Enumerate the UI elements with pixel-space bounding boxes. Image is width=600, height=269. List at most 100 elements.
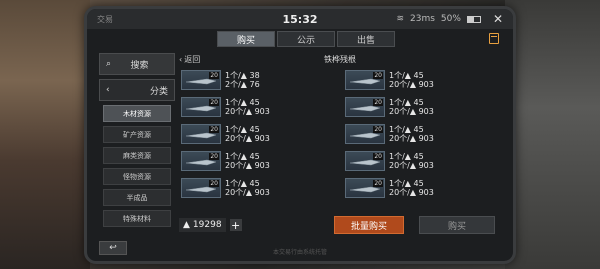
listing-card[interactable]: 20 1个/▲ 45 20个/▲ 903	[179, 176, 337, 200]
item-level: 20	[209, 126, 219, 133]
tab-buy[interactable]: 购买	[217, 31, 275, 47]
unit-price: 1个/▲ 45	[225, 125, 260, 134]
tab-announce[interactable]: 公示	[277, 31, 335, 47]
chevron-left-icon: ‹	[106, 85, 110, 95]
back-label: 返回	[184, 54, 201, 64]
item-level: 20	[373, 126, 383, 133]
unit-price: 1个/▲ 45	[389, 125, 424, 134]
bulk-price: 20个/▲ 903	[225, 188, 270, 197]
sidebar-item-semi-finished[interactable]: 半成品	[103, 189, 171, 206]
footer-note: 本交易行由系统托管	[272, 249, 328, 256]
price-info: 1个/▲ 38 2个/▲ 76	[225, 71, 260, 89]
item-level: 20	[209, 153, 219, 160]
status-right: ≋ 23ms 50% ✕	[396, 12, 503, 26]
chevron-left-icon: ‹	[179, 54, 183, 64]
listing-grid: 20 1个/▲ 38 2个/▲ 76 20 1个/▲ 45 20个/▲ 903 20 1个/▲…	[179, 68, 501, 200]
unit-price: 1个/▲ 45	[225, 98, 260, 107]
item-thumbnail: 20	[181, 178, 221, 198]
background-left	[0, 0, 90, 269]
bulk-price: 20个/▲ 903	[389, 161, 434, 170]
listing-card[interactable]: 20 1个/▲ 45 20个/▲ 903	[343, 95, 501, 119]
listing-card[interactable]: 20 1个/▲ 45 20个/▲ 903	[343, 68, 501, 92]
bulk-price: 20个/▲ 903	[389, 188, 434, 197]
sidebar-item-monster[interactable]: 怪物资源	[103, 168, 171, 185]
bulk-price: 20个/▲ 903	[389, 134, 434, 143]
calendar-icon[interactable]	[489, 33, 499, 44]
listing-card[interactable]: 20 1个/▲ 45 20个/▲ 903	[343, 122, 501, 146]
bulk-price: 20个/▲ 903	[225, 161, 270, 170]
search-label: 搜索	[130, 60, 149, 71]
bulk-price: 20个/▲ 903	[389, 80, 434, 89]
sidebar-item-fiber[interactable]: 麻类资源	[103, 147, 171, 164]
item-level: 20	[373, 180, 383, 187]
listing-card[interactable]: 20 1个/▲ 38 2个/▲ 76	[179, 68, 337, 92]
listing-header: ‹ 返回 铁桦残根	[179, 53, 501, 65]
item-thumbnail: 20	[181, 70, 221, 90]
unit-price: 1个/▲ 45	[225, 152, 260, 161]
item-level: 20	[373, 99, 383, 106]
price-info: 1个/▲ 45 20个/▲ 903	[389, 179, 434, 197]
bulk-buy-button[interactable]: 批量购买	[334, 216, 404, 234]
bulk-price: 2个/▲ 76	[225, 80, 260, 89]
sidebar: ⌕ 搜索 ‹ 分类 木材资源 矿产资源 麻类资源 怪物资源 半成品 特殊材料	[99, 53, 175, 233]
unit-price: 1个/▲ 45	[389, 152, 424, 161]
item-title: 铁桦残根	[324, 54, 356, 64]
item-level: 20	[209, 99, 219, 106]
close-icon[interactable]: ✕	[493, 12, 503, 26]
item-level: 20	[209, 180, 219, 187]
clock: 15:32	[282, 12, 318, 26]
item-thumbnail: 20	[181, 124, 221, 144]
return-button[interactable]: ↩	[99, 241, 127, 255]
unit-price: 1个/▲ 45	[389, 179, 424, 188]
unit-price: 1个/▲ 45	[225, 179, 260, 188]
unit-price: 1个/▲ 45	[389, 98, 424, 107]
price-info: 1个/▲ 45 20个/▲ 903	[225, 179, 270, 197]
price-info: 1个/▲ 45 20个/▲ 903	[389, 152, 434, 170]
price-info: 1个/▲ 45 20个/▲ 903	[389, 71, 434, 89]
bulk-price: 20个/▲ 903	[225, 134, 270, 143]
price-info: 1个/▲ 45 20个/▲ 903	[225, 152, 270, 170]
listing-card[interactable]: 20 1个/▲ 45 20个/▲ 903	[179, 122, 337, 146]
status-bar: 交易 15:32 ≋ 23ms 50% ✕	[87, 9, 513, 29]
category-label: 分类	[149, 86, 168, 97]
search-icon: ⌕	[106, 59, 112, 69]
wifi-icon: ≋	[396, 14, 404, 24]
app-name: 交易	[97, 14, 113, 24]
listing-panel: ‹ 返回 铁桦残根 20 1个/▲ 38 2个/▲ 76 20 1个/▲ 45 20个/▲…	[179, 53, 501, 223]
sidebar-item-special[interactable]: 特殊材料	[103, 210, 171, 227]
currency-amount: 19298	[192, 220, 222, 230]
sidebar-item-wood[interactable]: 木材资源	[103, 105, 171, 122]
price-info: 1个/▲ 45 20个/▲ 903	[389, 98, 434, 116]
listing-card[interactable]: 20 1个/▲ 45 20个/▲ 903	[343, 149, 501, 173]
listing-card[interactable]: 20 1个/▲ 45 20个/▲ 903	[343, 176, 501, 200]
listing-card[interactable]: 20 1个/▲ 45 20个/▲ 903	[179, 95, 337, 119]
currency-icon: ▲	[183, 220, 190, 230]
sidebar-item-mineral[interactable]: 矿产资源	[103, 126, 171, 143]
item-level: 20	[373, 72, 383, 79]
unit-price: 1个/▲ 45	[389, 71, 424, 80]
buy-button[interactable]: 购买	[419, 216, 495, 234]
bulk-price: 20个/▲ 903	[225, 107, 270, 116]
item-thumbnail: 20	[345, 97, 385, 117]
item-thumbnail: 20	[345, 151, 385, 171]
search-button[interactable]: ⌕ 搜索	[99, 53, 175, 75]
currency-display: ▲ 19298	[179, 218, 226, 232]
item-thumbnail: 20	[181, 97, 221, 117]
back-link[interactable]: ‹ 返回	[179, 54, 200, 65]
latency: 23ms	[410, 14, 435, 24]
add-currency-button[interactable]: +	[229, 219, 242, 232]
battery-percent: 50%	[440, 14, 461, 24]
background-right	[505, 0, 600, 269]
price-info: 1个/▲ 45 20个/▲ 903	[225, 98, 270, 116]
category-header[interactable]: ‹ 分类	[99, 79, 175, 101]
item-thumbnail: 20	[181, 151, 221, 171]
listing-card[interactable]: 20 1个/▲ 45 20个/▲ 903	[179, 149, 337, 173]
unit-price: 1个/▲ 38	[225, 71, 260, 80]
tab-sell[interactable]: 出售	[337, 31, 395, 47]
tab-bar: 购买 公示 出售	[217, 31, 395, 47]
item-level: 20	[373, 153, 383, 160]
item-thumbnail: 20	[345, 124, 385, 144]
item-level: 20	[209, 72, 219, 79]
battery-icon	[466, 15, 481, 23]
price-info: 1个/▲ 45 20个/▲ 903	[389, 125, 434, 143]
